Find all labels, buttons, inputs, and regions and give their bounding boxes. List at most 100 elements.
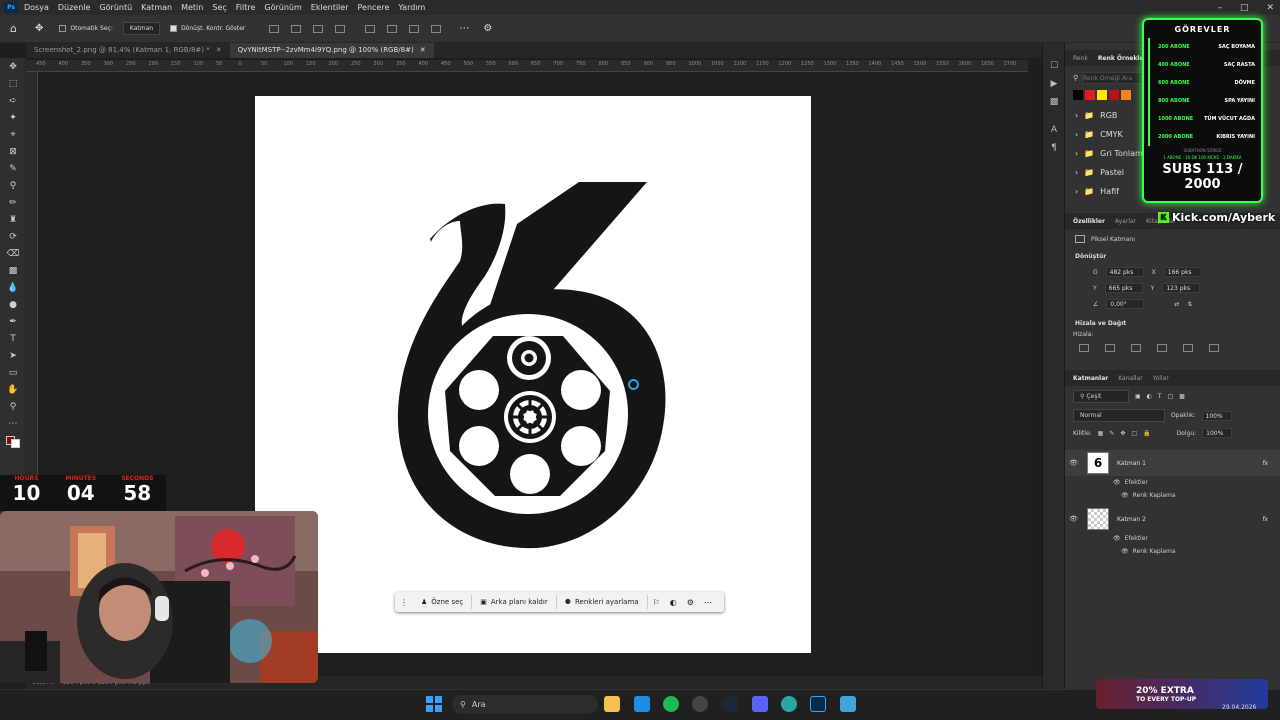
hand-tool-icon[interactable]: ✋ — [0, 381, 26, 398]
comment-icon[interactable]: ▩ — [1043, 93, 1065, 111]
lock-artboard-icon[interactable]: □ — [1131, 430, 1137, 437]
align-left-icon[interactable] — [269, 24, 280, 33]
blur-tool-icon[interactable]: 💧 — [0, 279, 26, 296]
paragraph-icon[interactable]: ¶ — [1043, 139, 1065, 157]
swatch[interactable] — [1121, 90, 1131, 100]
mail-icon[interactable] — [634, 696, 650, 712]
close-tab-icon[interactable]: ✕ — [420, 46, 426, 55]
opacity-field[interactable]: 100% — [1201, 410, 1232, 421]
select-subject-button[interactable]: ♟ Özne seç — [413, 595, 473, 609]
eye-icon[interactable]: 👁 — [1069, 459, 1083, 467]
tab-swatches[interactable]: Renk Örnekleri — [1098, 55, 1149, 62]
swatch[interactable] — [1097, 90, 1107, 100]
color-overlay-row[interactable]: 👁 Renk Kaplama — [1065, 489, 1280, 502]
shape-tool-icon[interactable]: ▭ — [0, 364, 26, 381]
filter-smart-icon[interactable]: ▩ — [1179, 393, 1185, 400]
width-field[interactable]: 482 pks — [1105, 267, 1144, 277]
eye-icon[interactable]: 👁 — [1113, 535, 1121, 542]
menu-metin[interactable]: Metin — [181, 3, 203, 12]
blend-mode-dropdown[interactable]: Normal — [1073, 409, 1165, 422]
move-tool-icon[interactable]: ✥ — [0, 58, 26, 75]
settings-icon[interactable]: ⚙ — [682, 598, 699, 607]
steam-icon[interactable] — [722, 696, 738, 712]
minimize-icon[interactable]: – — [1217, 3, 1222, 13]
maximize-icon[interactable]: □ — [1240, 3, 1249, 13]
taskbar-search[interactable]: ⚲ Ara — [452, 695, 598, 714]
swatch[interactable] — [1085, 90, 1095, 100]
lock-all-icon[interactable]: 🔒 — [1143, 430, 1150, 437]
tab-active-document[interactable]: QvYNItMSTP--2zvMm4i9YQ.png @ 100% (RGB/8… — [229, 43, 434, 58]
home-icon[interactable]: ⌂ — [10, 22, 17, 35]
tab-channels[interactable]: Kanallar — [1118, 375, 1142, 382]
zoom-tool-icon[interactable]: ⚲ — [0, 398, 26, 415]
menu-eklentiler[interactable]: Eklentiler — [311, 3, 349, 12]
eye-icon[interactable]: 👁 — [1113, 479, 1121, 486]
align-vcenter-icon[interactable] — [1183, 344, 1193, 352]
adjust-colors-button[interactable]: ⚈ Renkleri ayarlama — [557, 595, 648, 609]
eye-icon[interactable]: 👁 — [1121, 548, 1129, 555]
contrast-icon[interactable]: ◐ — [665, 598, 682, 607]
tab-properties[interactable]: Özellikler — [1073, 218, 1105, 225]
align-right-icon[interactable] — [313, 24, 324, 33]
transform-controls-checkbox[interactable]: Dönüşt. Kontr. Göster — [170, 25, 245, 32]
close-icon[interactable]: ✕ — [1266, 3, 1274, 13]
frame-tool-icon[interactable]: ⊠ — [0, 143, 26, 160]
tab-paths[interactable]: Yollar — [1153, 375, 1169, 382]
pen-tool-icon[interactable]: ✒ — [0, 313, 26, 330]
swatch[interactable] — [1073, 90, 1083, 100]
crop-tool-icon[interactable]: ⌖ — [0, 126, 26, 143]
eraser-icon[interactable]: ⌫ — [0, 245, 26, 262]
auto-select-dropdown[interactable]: Katman — [122, 22, 161, 35]
marquee-tool-icon[interactable]: ⬚ — [0, 75, 26, 92]
healing-brush-icon[interactable]: ⚲ — [0, 177, 26, 194]
remove-background-button[interactable]: ▣ Arka planı kaldır — [472, 595, 557, 609]
gradient-tool-icon[interactable]: ▩ — [0, 262, 26, 279]
drag-handle-icon[interactable]: ⋮ — [395, 598, 413, 607]
character-icon[interactable]: A — [1043, 121, 1065, 139]
eyedropper-icon[interactable]: ✎ — [0, 160, 26, 177]
photoshop-taskbar-icon[interactable] — [810, 696, 826, 712]
lock-paint-icon[interactable]: ✎ — [1109, 430, 1114, 437]
fill-field[interactable]: 100% — [1202, 428, 1233, 438]
menu-dosya[interactable]: Dosya — [24, 3, 49, 12]
file-explorer-icon[interactable] — [604, 696, 620, 712]
notepad-icon[interactable] — [840, 696, 856, 712]
move-tool-icon[interactable]: ✥ — [35, 23, 43, 34]
menu-pencere[interactable]: Pencere — [358, 3, 390, 12]
tab-layers[interactable]: Katmanlar — [1073, 375, 1108, 382]
menu-yardim[interactable]: Yardım — [398, 3, 425, 12]
brush-tool-icon[interactable]: ✏ — [0, 194, 26, 211]
height-field[interactable]: 665 pks — [1104, 283, 1143, 293]
lock-transparency-icon[interactable]: ▦ — [1098, 430, 1104, 437]
fx-icon[interactable]: fx — [1262, 516, 1268, 523]
effects-row[interactable]: 👁 Efektler — [1065, 476, 1280, 489]
align-hcenter-icon[interactable] — [1105, 344, 1115, 352]
tab-adjustments[interactable]: Ayarlar — [1115, 218, 1136, 225]
menu-filtre[interactable]: Filtre — [236, 3, 256, 12]
tab-color[interactable]: Renk — [1073, 55, 1088, 62]
magic-wand-icon[interactable]: ✦ — [0, 109, 26, 126]
app-icon[interactable] — [692, 696, 708, 712]
dodge-tool-icon[interactable]: ● — [0, 296, 26, 313]
layer-row-katman-1[interactable]: 👁 6 Katman 1 fx — [1065, 450, 1280, 476]
distribute-icon[interactable] — [431, 24, 442, 33]
windows-start-icon[interactable] — [426, 696, 442, 712]
history-icon[interactable]: ☐ — [1043, 57, 1065, 75]
align-left-icon[interactable] — [1079, 344, 1089, 352]
menu-goruntu[interactable]: Görüntü — [99, 3, 132, 12]
layer-filter-dropdown[interactable]: ⚲ Çeşit — [1073, 390, 1129, 403]
filter-shape-icon[interactable]: □ — [1168, 393, 1174, 400]
eye-icon[interactable]: 👁 — [1069, 515, 1083, 523]
layer-name[interactable]: Katman 2 — [1117, 516, 1262, 523]
lock-position-icon[interactable]: ✥ — [1120, 430, 1125, 437]
gear-icon[interactable]: ⚙ — [483, 23, 492, 34]
layer-name[interactable]: Katman 1 — [1117, 460, 1262, 467]
mask-icon[interactable]: ⚐ — [648, 598, 665, 607]
discord-icon[interactable] — [752, 696, 768, 712]
align-middle-icon[interactable] — [387, 24, 398, 33]
swatch[interactable] — [1109, 90, 1119, 100]
filter-adjust-icon[interactable]: ◐ — [1147, 393, 1152, 400]
flip-vertical-icon[interactable]: ⇅ — [1187, 301, 1192, 308]
play-icon[interactable]: ▶ — [1043, 75, 1065, 93]
color-overlay-row[interactable]: 👁 Renk Kaplama — [1065, 545, 1280, 558]
